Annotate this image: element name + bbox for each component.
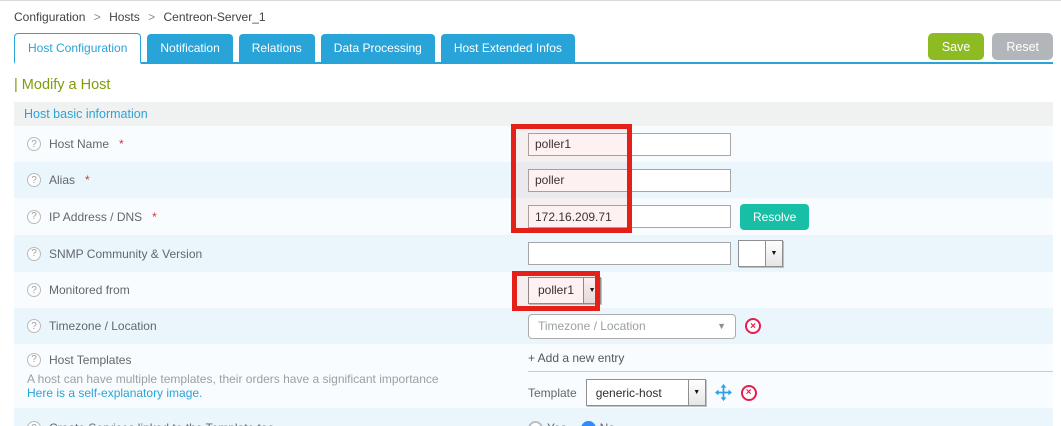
resolve-button[interactable]: Resolve: [740, 204, 809, 230]
host-templates-note: A host can have multiple templates, thei…: [27, 372, 508, 386]
create-services-yes-radio[interactable]: [528, 421, 543, 426]
help-icon[interactable]: ?: [27, 421, 41, 426]
help-icon[interactable]: ?: [27, 353, 41, 367]
dropdown-arrow-icon: ▼: [583, 278, 600, 303]
delete-template-icon[interactable]: ×: [741, 385, 757, 401]
timezone-select[interactable]: Timezone / Location ▼: [528, 314, 736, 339]
tab-host-extended-infos[interactable]: Host Extended Infos: [441, 34, 575, 62]
breadcrumb-separator: >: [148, 10, 155, 24]
alias-label: Alias: [49, 173, 75, 187]
ip-address-label: IP Address / DNS: [49, 210, 142, 224]
alias-input[interactable]: [528, 169, 731, 192]
snmp-version-select[interactable]: ▼: [738, 240, 783, 267]
monitored-from-label: Monitored from: [49, 283, 130, 297]
help-icon[interactable]: ?: [27, 283, 41, 297]
help-icon[interactable]: ?: [27, 173, 41, 187]
dropdown-arrow-icon: ▼: [717, 321, 726, 331]
host-form: ? Host Name * ? Alias * ? IP Address / D…: [14, 126, 1053, 426]
monitored-from-select[interactable]: poller1 ▼: [528, 277, 601, 304]
snmp-label: SNMP Community & Version: [49, 247, 202, 261]
timezone-placeholder: Timezone / Location: [538, 319, 646, 333]
breadcrumb-hosts[interactable]: Hosts: [109, 10, 140, 24]
host-name-input[interactable]: [528, 133, 731, 156]
tab-data-processing[interactable]: Data Processing: [321, 34, 435, 62]
template-value: generic-host: [587, 380, 688, 405]
tab-host-configuration[interactable]: Host Configuration: [14, 33, 141, 64]
create-services-label: Create Services linked to the Template t…: [49, 421, 274, 426]
row-timezone: ? Timezone / Location Timezone / Locatio…: [14, 308, 1053, 344]
clear-timezone-icon[interactable]: ×: [745, 318, 761, 334]
required-asterisk: *: [152, 210, 157, 224]
snmp-version-value: [739, 241, 765, 266]
section-header-host-basic-information: Host basic information: [14, 102, 1053, 126]
breadcrumb: Configuration > Hosts > Centreon-Server_…: [0, 1, 1061, 31]
tab-bar: Host Configuration Notification Relation…: [14, 33, 1053, 64]
timezone-label: Timezone / Location: [49, 319, 157, 333]
row-snmp: ? SNMP Community & Version ▼: [14, 235, 1053, 272]
help-icon[interactable]: ?: [27, 319, 41, 333]
no-radio-label: No: [600, 421, 615, 426]
tab-relations[interactable]: Relations: [239, 34, 315, 62]
template-label: Template: [528, 386, 577, 400]
self-explanatory-image-link[interactable]: Here is a self-explanatory image.: [27, 386, 202, 400]
help-icon[interactable]: ?: [27, 210, 41, 224]
row-host-name: ? Host Name *: [14, 126, 1053, 162]
host-templates-label: Host Templates: [49, 353, 131, 367]
required-asterisk: *: [85, 173, 90, 187]
row-create-services: ? Create Services linked to the Template…: [14, 408, 1053, 426]
row-monitored-from: ? Monitored from poller1 ▼: [14, 272, 1053, 308]
dropdown-arrow-icon: ▼: [688, 380, 705, 405]
help-icon[interactable]: ?: [27, 247, 41, 261]
create-services-no-radio[interactable]: [581, 421, 596, 426]
dropdown-arrow-icon: ▼: [765, 241, 782, 266]
reset-button[interactable]: Reset: [992, 33, 1053, 60]
yes-radio-label: Yes: [547, 421, 567, 426]
tab-strip: Host Configuration Notification Relation…: [14, 33, 1053, 64]
ip-address-input[interactable]: [528, 205, 731, 228]
breadcrumb-configuration[interactable]: Configuration: [14, 10, 85, 24]
divider: [528, 371, 1053, 372]
host-name-label: Host Name: [49, 137, 109, 151]
save-button[interactable]: Save: [928, 33, 985, 60]
row-ip-address: ? IP Address / DNS * Resolve: [14, 198, 1053, 235]
move-arrows-icon: [715, 384, 732, 401]
help-icon[interactable]: ?: [27, 137, 41, 151]
page-title: | Modify a Host: [14, 77, 1047, 93]
add-new-entry-button[interactable]: + Add a new entry: [528, 351, 1053, 365]
breadcrumb-separator: >: [94, 10, 101, 24]
form-actions: Save Reset: [928, 33, 1053, 60]
monitored-from-value: poller1: [529, 278, 583, 303]
required-asterisk: *: [119, 137, 124, 151]
row-host-templates: ? Host Templates A host can have multipl…: [14, 344, 1053, 408]
breadcrumb-current-host: Centreon-Server_1: [163, 10, 265, 24]
row-alias: ? Alias *: [14, 162, 1053, 198]
tab-notification[interactable]: Notification: [147, 34, 232, 62]
snmp-community-input[interactable]: [528, 242, 731, 265]
move-template-icon[interactable]: [715, 384, 732, 401]
template-select[interactable]: generic-host ▼: [586, 379, 706, 406]
